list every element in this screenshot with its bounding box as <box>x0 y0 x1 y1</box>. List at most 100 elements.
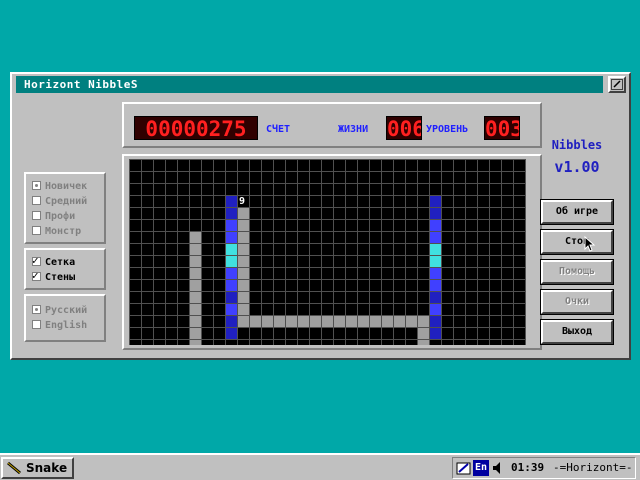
snake-segment <box>322 316 333 327</box>
snake-segment <box>190 232 201 243</box>
help-button[interactable]: Помощь <box>540 259 614 285</box>
wall-segment <box>430 280 441 291</box>
wall-segment <box>430 208 441 219</box>
difficulty-monster[interactable]: Монстр <box>32 225 81 239</box>
window-title[interactable]: Horizont NibbleS <box>16 76 603 93</box>
scores-button[interactable]: Очки <box>540 289 614 315</box>
brand-name: Nibbles <box>551 138 603 152</box>
game-board[interactable]: 9 <box>129 159 531 345</box>
wall-segment <box>226 268 237 279</box>
radio-icon <box>32 319 41 329</box>
snake-segment <box>250 316 261 327</box>
language-group: Русский English <box>24 294 106 342</box>
snake-segment <box>238 316 249 327</box>
snake-segment <box>190 328 201 339</box>
snake-segment <box>406 316 417 327</box>
wall-segment <box>430 256 441 267</box>
snake-segment <box>238 256 249 267</box>
lives-label: ЖИЗНИ <box>338 124 369 135</box>
wall-segment <box>226 244 237 255</box>
food-number: 9 <box>239 196 245 207</box>
snake-segment <box>370 316 381 327</box>
difficulty-novice[interactable]: Новичек <box>32 180 87 194</box>
stop-button[interactable]: Стоп <box>540 229 614 255</box>
option-label: Сетка <box>45 257 76 268</box>
radio-icon <box>32 225 41 235</box>
clock: 01:39 <box>511 461 545 474</box>
option-label: Монстр <box>45 226 82 237</box>
wall-segment <box>226 304 237 315</box>
wall-segment <box>430 292 441 303</box>
snake-segment <box>286 316 297 327</box>
snake-segment <box>238 220 249 231</box>
difficulty-pro[interactable]: Профи <box>32 210 75 224</box>
snake-segment <box>418 328 429 339</box>
score-display: 00000275 <box>134 116 258 140</box>
snake-segment <box>274 316 285 327</box>
snake-segment <box>262 316 273 327</box>
snake-segment <box>298 316 309 327</box>
wall-segment <box>430 328 441 339</box>
language-russian[interactable]: Русский <box>32 304 87 318</box>
snake-segment <box>346 316 357 327</box>
radio-icon <box>32 180 41 190</box>
task-label: Snake <box>26 461 68 475</box>
system-tray: En 01:39 -=Horizont=- <box>452 457 636 479</box>
option-label: Русский <box>45 305 88 316</box>
snake-segment <box>238 268 249 279</box>
exit-button[interactable]: Выход <box>540 319 614 345</box>
difficulty-medium[interactable]: Средний <box>32 195 87 209</box>
walls-checkbox[interactable]: Стены <box>32 269 76 285</box>
wall-segment <box>226 196 237 207</box>
level-label: УРОВЕНЬ <box>426 124 469 135</box>
task-button-snake[interactable]: Snake <box>1 457 74 479</box>
level-display: 003 <box>484 116 520 140</box>
snake-segment <box>190 340 201 345</box>
wall-segment <box>430 268 441 279</box>
snake-segment <box>418 316 429 327</box>
wall-segment <box>430 196 441 207</box>
option-label: English <box>45 320 88 331</box>
wall-segment <box>430 304 441 315</box>
radio-icon <box>32 304 41 314</box>
radio-icon <box>32 210 41 220</box>
option-label: Средний <box>45 196 88 207</box>
option-label: Стены <box>45 272 76 283</box>
wall-segment <box>226 220 237 231</box>
radio-icon <box>32 195 41 205</box>
check-icon <box>32 254 41 268</box>
language-indicator[interactable]: En <box>473 460 489 476</box>
snake-segment <box>238 208 249 219</box>
snake-segment <box>238 304 249 315</box>
about-button[interactable]: Об игре <box>540 199 614 225</box>
wall-segment <box>226 316 237 327</box>
speaker-icon[interactable] <box>491 460 505 476</box>
game-board-frame: 9 <box>122 154 542 350</box>
wall-segment <box>430 232 441 243</box>
mouse-cursor-icon <box>584 236 596 252</box>
snake-segment <box>334 316 345 327</box>
wall-segment <box>226 280 237 291</box>
close-icon <box>611 79 623 90</box>
snake-segment <box>382 316 393 327</box>
scoreboard: 00000275 СЧЕТ ЖИЗНИ 006 УРОВЕНЬ 003 <box>122 102 542 148</box>
wall-segment <box>226 256 237 267</box>
close-button[interactable] <box>608 76 626 93</box>
snake-segment <box>238 292 249 303</box>
keyboard-icon[interactable] <box>456 460 472 476</box>
wall-segment <box>430 220 441 231</box>
snake-icon <box>7 461 21 475</box>
wall-segment <box>226 232 237 243</box>
snake-segment <box>190 304 201 315</box>
wall-segment <box>226 292 237 303</box>
language-english[interactable]: English <box>32 319 87 333</box>
brand-version: v1.00 <box>554 158 600 176</box>
taskbar: Snake En 01:39 -=Horizont=- <box>0 453 640 480</box>
lives-display: 006 <box>386 116 422 140</box>
check-icon <box>32 269 41 283</box>
snake-segment <box>310 316 321 327</box>
snake-segment <box>190 244 201 255</box>
snake-segment <box>190 268 201 279</box>
snake-segment <box>190 280 201 291</box>
snake-segment <box>190 316 201 327</box>
